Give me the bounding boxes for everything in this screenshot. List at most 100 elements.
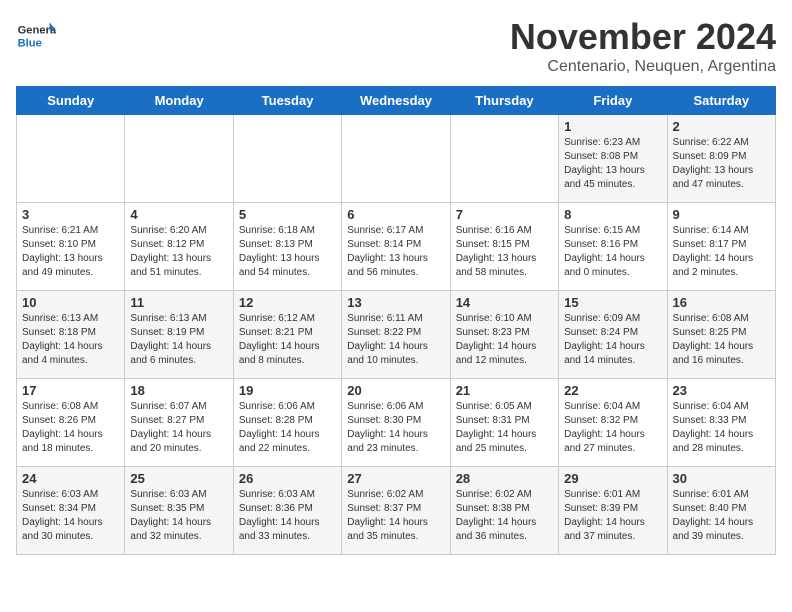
day-info: Sunrise: 6:10 AM Sunset: 8:23 PM Dayligh… [456,312,553,368]
day-number: 10 [22,295,119,310]
day-cell: 4 Sunrise: 6:20 AM Sunset: 8:12 PM Daylig… [125,203,233,291]
day-cell: 29Sunrise: 6:01 AM Sunset: 8:39 PM Dayli… [559,467,667,555]
location-title: Centenario, Neuquen, Argentina [510,58,776,76]
calendar-table: SundayMondayTuesdayWednesdayThursdayFrid… [16,86,776,555]
day-number: 23 [673,383,770,398]
day-header-thursday: Thursday [450,87,558,115]
day-info: Sunrise: 6:05 AM Sunset: 8:31 PM Dayligh… [456,400,553,456]
header: General Blue November 2024 Centenario, N… [16,16,776,76]
day-number: 19 [239,383,336,398]
day-cell: 1 Sunrise: 6:23 AM Sunset: 8:08 PM Daylig… [559,115,667,203]
day-header-sunday: Sunday [17,87,125,115]
day-info: Sunrise: 6:14 AM Sunset: 8:17 PM Dayligh… [673,224,770,280]
day-info: Sunrise: 6:01 AM Sunset: 8:40 PM Dayligh… [673,488,770,544]
day-number: 18 [130,383,227,398]
day-info: Sunrise: 6:16 AM Sunset: 8:15 PM Dayligh… [456,224,553,280]
day-info: Sunrise: 6:03 AM Sunset: 8:35 PM Dayligh… [130,488,227,544]
day-number: 26 [239,471,336,486]
day-number: 7 [456,207,553,222]
day-number: 24 [22,471,119,486]
day-number: 21 [456,383,553,398]
day-cell: 19 Sunrise: 6:06 AM Sunset: 8:28 PM Dayli… [233,379,341,467]
day-info: Sunrise: 6:09 AM Sunset: 8:24 PM Dayligh… [564,312,661,368]
day-cell: 14 Sunrise: 6:10 AM Sunset: 8:23 PM Dayli… [450,291,558,379]
day-cell: 10Sunrise: 6:13 AM Sunset: 8:18 PM Dayli… [17,291,125,379]
day-cell: 17 Sunrise: 6:08 AM Sunset: 8:26 PM Dayli… [17,379,125,467]
day-number: 15 [564,295,661,310]
day-cell: 16Sunrise: 6:08 AM Sunset: 8:25 PM Dayli… [667,291,775,379]
day-info: Sunrise: 6:02 AM Sunset: 8:38 PM Dayligh… [456,488,553,544]
day-number: 5 [239,207,336,222]
week-row-5: 24 Sunrise: 6:03 AM Sunset: 8:34 PM Dayli… [17,467,776,555]
day-info: Sunrise: 6:04 AM Sunset: 8:33 PM Dayligh… [673,400,770,456]
day-cell: 21 Sunrise: 6:05 AM Sunset: 8:31 PM Dayli… [450,379,558,467]
day-cell [17,115,125,203]
day-info: Sunrise: 6:21 AM Sunset: 8:10 PM Dayligh… [22,224,119,280]
day-number: 12 [239,295,336,310]
day-number: 9 [673,207,770,222]
day-number: 27 [347,471,444,486]
day-info: Sunrise: 6:23 AM Sunset: 8:08 PM Dayligh… [564,136,661,192]
day-info: Sunrise: 6:13 AM Sunset: 8:19 PM Dayligh… [130,312,227,368]
day-cell: 30 Sunrise: 6:01 AM Sunset: 8:40 PM Dayli… [667,467,775,555]
logo: General Blue [16,16,56,56]
day-header-friday: Friday [559,87,667,115]
day-cell: 24 Sunrise: 6:03 AM Sunset: 8:34 PM Dayli… [17,467,125,555]
day-cell: 11Sunrise: 6:13 AM Sunset: 8:19 PM Dayli… [125,291,233,379]
day-info: Sunrise: 6:22 AM Sunset: 8:09 PM Dayligh… [673,136,770,192]
day-cell: 2 Sunrise: 6:22 AM Sunset: 8:09 PM Daylig… [667,115,775,203]
day-cell: 7 Sunrise: 6:16 AM Sunset: 8:15 PM Daylig… [450,203,558,291]
day-header-tuesday: Tuesday [233,87,341,115]
svg-text:Blue: Blue [18,37,42,49]
day-number: 4 [130,207,227,222]
day-cell: 8 Sunrise: 6:15 AM Sunset: 8:16 PM Daylig… [559,203,667,291]
day-number: 16 [673,295,770,310]
week-row-3: 10Sunrise: 6:13 AM Sunset: 8:18 PM Dayli… [17,291,776,379]
day-number: 20 [347,383,444,398]
day-info: Sunrise: 6:06 AM Sunset: 8:28 PM Dayligh… [239,400,336,456]
day-number: 2 [673,119,770,134]
day-number: 28 [456,471,553,486]
day-info: Sunrise: 6:20 AM Sunset: 8:12 PM Dayligh… [130,224,227,280]
day-info: Sunrise: 6:08 AM Sunset: 8:26 PM Dayligh… [22,400,119,456]
day-cell: 6 Sunrise: 6:17 AM Sunset: 8:14 PM Daylig… [342,203,450,291]
week-row-4: 17 Sunrise: 6:08 AM Sunset: 8:26 PM Dayli… [17,379,776,467]
day-cell: 13 Sunrise: 6:11 AM Sunset: 8:22 PM Dayli… [342,291,450,379]
day-cell: 15 Sunrise: 6:09 AM Sunset: 8:24 PM Dayli… [559,291,667,379]
day-number: 30 [673,471,770,486]
title-block: November 2024 Centenario, Neuquen, Argen… [510,16,776,76]
day-number: 8 [564,207,661,222]
day-number: 25 [130,471,227,486]
day-info: Sunrise: 6:11 AM Sunset: 8:22 PM Dayligh… [347,312,444,368]
day-cell: 22 Sunrise: 6:04 AM Sunset: 8:32 PM Dayli… [559,379,667,467]
day-info: Sunrise: 6:02 AM Sunset: 8:37 PM Dayligh… [347,488,444,544]
day-info: Sunrise: 6:01 AM Sunset: 8:39 PM Dayligh… [564,488,661,544]
day-cell: 28 Sunrise: 6:02 AM Sunset: 8:38 PM Dayli… [450,467,558,555]
day-cell [233,115,341,203]
day-number: 6 [347,207,444,222]
day-cell: 25 Sunrise: 6:03 AM Sunset: 8:35 PM Dayli… [125,467,233,555]
day-cell: 23 Sunrise: 6:04 AM Sunset: 8:33 PM Dayli… [667,379,775,467]
day-info: Sunrise: 6:03 AM Sunset: 8:34 PM Dayligh… [22,488,119,544]
day-number: 1 [564,119,661,134]
day-cell: 5Sunrise: 6:18 AM Sunset: 8:13 PM Daylig… [233,203,341,291]
day-number: 14 [456,295,553,310]
day-cell [342,115,450,203]
day-number: 13 [347,295,444,310]
day-header-monday: Monday [125,87,233,115]
day-info: Sunrise: 6:06 AM Sunset: 8:30 PM Dayligh… [347,400,444,456]
day-cell: 26 Sunrise: 6:03 AM Sunset: 8:36 PM Dayli… [233,467,341,555]
day-header-wednesday: Wednesday [342,87,450,115]
day-header-saturday: Saturday [667,87,775,115]
day-info: Sunrise: 6:04 AM Sunset: 8:32 PM Dayligh… [564,400,661,456]
day-cell [125,115,233,203]
day-number: 22 [564,383,661,398]
day-info: Sunrise: 6:17 AM Sunset: 8:14 PM Dayligh… [347,224,444,280]
day-info: Sunrise: 6:03 AM Sunset: 8:36 PM Dayligh… [239,488,336,544]
day-info: Sunrise: 6:15 AM Sunset: 8:16 PM Dayligh… [564,224,661,280]
day-number: 17 [22,383,119,398]
day-cell: 12Sunrise: 6:12 AM Sunset: 8:21 PM Dayli… [233,291,341,379]
day-info: Sunrise: 6:07 AM Sunset: 8:27 PM Dayligh… [130,400,227,456]
day-cell [450,115,558,203]
day-cell: 9 Sunrise: 6:14 AM Sunset: 8:17 PM Daylig… [667,203,775,291]
